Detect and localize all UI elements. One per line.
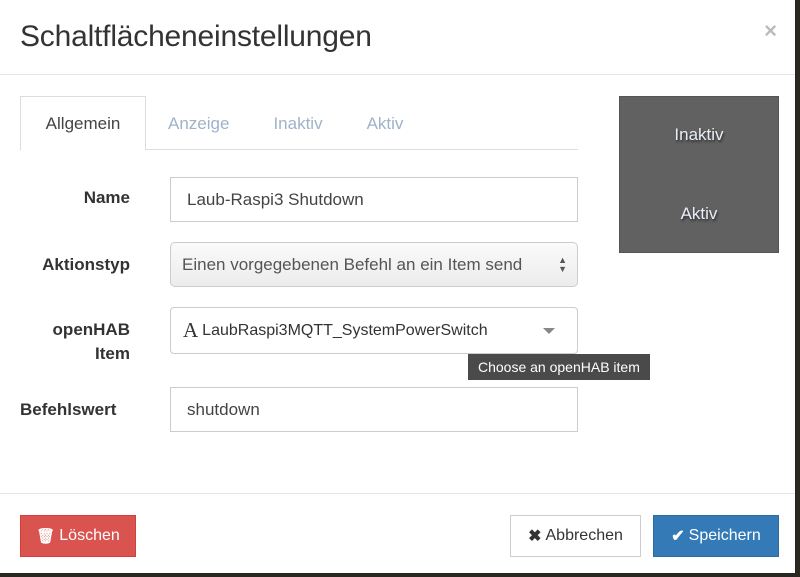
action-type-label: Aktionstyp — [42, 255, 130, 274]
tab-allgemein[interactable]: Allgemein — [20, 96, 146, 151]
command-label: Befehlswert — [20, 400, 117, 419]
item-label-line2: Item — [95, 344, 130, 363]
item-label-line1: openHAB — [52, 320, 130, 339]
save-button[interactable]: ✔ Speichern — [653, 515, 779, 557]
item-value: LaubRaspi3MQTT_SystemPowerSwitch — [202, 321, 488, 339]
preview-inactive-label: Inaktiv — [674, 125, 724, 144]
up-down-arrows-icon: ▲ ▼ — [558, 255, 567, 274]
save-label: Speichern — [688, 527, 761, 544]
cancel-label: Abbrechen — [545, 527, 623, 544]
command-input[interactable]: shutdown — [170, 387, 578, 432]
string-type-icon: A — [183, 318, 199, 342]
command-value: shutdown — [187, 399, 260, 419]
delete-label: Löschen — [59, 527, 120, 544]
item-select[interactable]: A LaubRaspi3MQTT_SystemPowerSwitch — [170, 307, 578, 354]
dialog-header: Schaltflächeneinstellungen × — [0, 0, 795, 75]
button-preview: Inaktiv Aktiv — [619, 96, 779, 253]
dialog-footer: 🗑 Löschen ✖ Abbrechen ✔ Speichern — [0, 493, 795, 573]
dialog-title: Schaltflächeneinstellungen — [20, 20, 372, 53]
tab-inaktiv[interactable]: Inaktiv — [251, 96, 344, 151]
delete-button[interactable]: 🗑 Löschen — [20, 515, 136, 557]
button-settings-dialog: Schaltflächeneinstellungen × Allgemein A… — [0, 0, 796, 573]
action-type-value: Einen vorgegebenen Befehl an ein Item se… — [182, 254, 523, 274]
close-icon[interactable]: × — [764, 20, 777, 42]
name-input[interactable]: Laub-Raspi3 Shutdown — [170, 177, 578, 222]
caret-down-icon — [543, 328, 555, 334]
times-icon: ✖ — [528, 528, 542, 545]
cancel-button[interactable]: ✖ Abbrechen — [510, 515, 641, 557]
name-label: Name — [83, 188, 130, 207]
preview-active-label: Aktiv — [680, 204, 718, 223]
tab-aktiv[interactable]: Aktiv — [345, 96, 426, 151]
action-type-select[interactable]: Einen vorgegebenen Befehl an ein Item se… — [170, 242, 578, 287]
check-icon: ✔ — [671, 528, 685, 545]
settings-tabs: Allgemein Anzeige Inaktiv Aktiv — [20, 96, 578, 151]
trash-icon: 🗑 — [36, 528, 56, 545]
item-tooltip: Choose an openHAB item — [468, 354, 650, 380]
item-label: openHAB Item — [20, 318, 130, 366]
name-value: Laub-Raspi3 Shutdown — [187, 189, 364, 209]
tab-anzeige[interactable]: Anzeige — [146, 96, 251, 151]
